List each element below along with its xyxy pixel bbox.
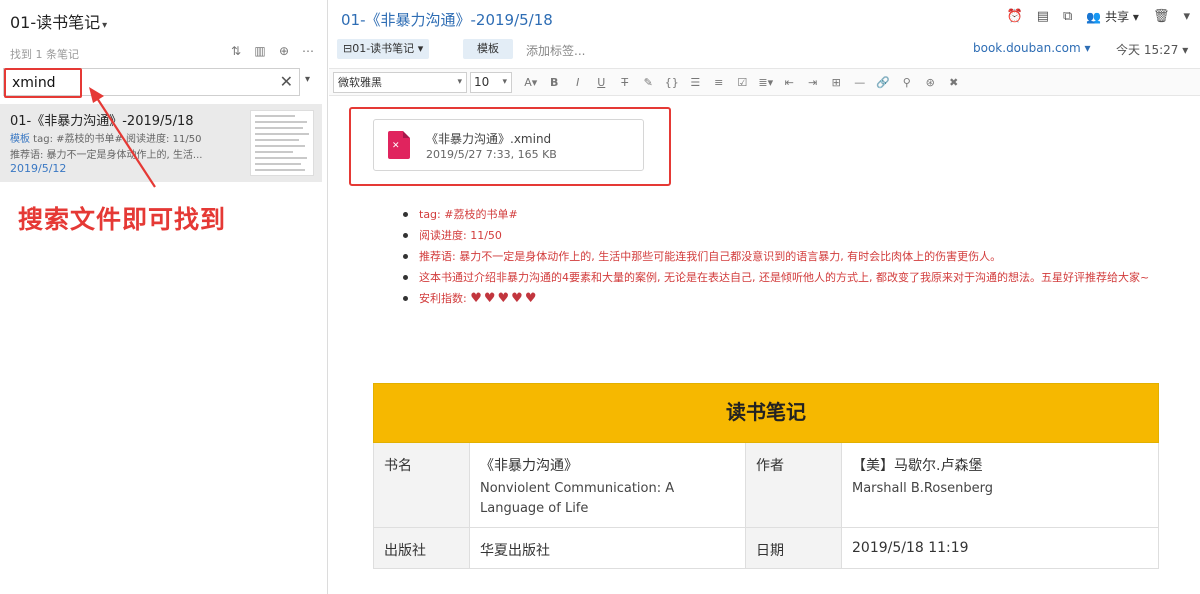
font-family-value: 微软雅黑: [338, 76, 382, 89]
highlight-box: [4, 68, 82, 98]
timestamp-text: 今天 15:27: [1116, 43, 1179, 57]
source-url-link[interactable]: book.douban.com ▾: [973, 41, 1091, 55]
xmind-file-icon: ✕: [388, 131, 410, 159]
copy-icon[interactable]: ⧉: [1063, 9, 1072, 24]
note-item-date: 2019/5/12: [10, 162, 67, 175]
chevron-down-icon: ▾: [1084, 41, 1091, 55]
format-buttons: A▾ B I U T ✎ {} ☰ ≡ ☑ ≣▾ ⇤ ⇥ ⊞ — 🔗 ⚲ ⊛ ✖: [519, 73, 966, 93]
attachment-meta: 2019/5/27 7:33, 165 KB: [426, 148, 557, 161]
clear-format-icon[interactable]: ✖: [942, 73, 966, 93]
notebook-chip[interactable]: ⊟01-读书笔记 ▾: [337, 39, 430, 59]
note-title[interactable]: 01-《非暴力沟通》-2019/5/18: [341, 9, 553, 30]
sort-icon[interactable]: ⇅: [229, 44, 243, 58]
clear-icon[interactable]: ✕: [280, 72, 293, 91]
table-cell: 作者: [745, 442, 842, 528]
chevron-down-icon: ▾: [457, 77, 462, 87]
table-cell: 华夏出版社: [469, 527, 746, 569]
notebook-selector[interactable]: 01-读书笔记 ▾: [10, 9, 107, 33]
font-color-icon[interactable]: A▾: [519, 73, 543, 93]
share-button[interactable]: 👥 共享 ▾: [1086, 8, 1139, 25]
table-cell: 2019/5/18 11:19: [841, 527, 1159, 569]
notebook-chip-label: 01-读书笔记: [352, 42, 415, 55]
code-icon[interactable]: {}: [660, 73, 684, 93]
font-size-value: 10: [474, 75, 490, 89]
italic-icon[interactable]: I: [566, 73, 590, 93]
source-url: book.douban.com: [973, 41, 1081, 55]
trash-icon[interactable]: 🗑: [1153, 9, 1170, 24]
chevron-down-icon[interactable]: ▾: [1183, 9, 1190, 24]
table-cell: 《非暴力沟通》 Nonviolent Communication: A Langu…: [469, 442, 746, 528]
info-icon[interactable]: ▤: [1037, 9, 1049, 24]
chevron-down-icon[interactable]: ▾: [305, 74, 310, 85]
notebook-icon: ⊟: [343, 42, 353, 55]
more-icon[interactable]: ⋯: [301, 44, 315, 58]
bold-icon[interactable]: B: [543, 73, 567, 93]
font-size-select[interactable]: 10 ▾: [470, 72, 512, 93]
indent-decrease-icon[interactable]: ⇤: [778, 73, 802, 93]
strikethrough-icon[interactable]: T: [613, 73, 637, 93]
annotation-arrow: [89, 87, 156, 188]
note-meta-row: ⊟01-读书笔记 ▾ 模板 添加标签... book.douban.com ▾ …: [329, 36, 1200, 62]
heart-icon: ♥♥♥♥♥: [470, 291, 539, 306]
note-thumbnail: [250, 110, 314, 176]
list-item: 安利指数: ♥♥♥♥♥: [403, 288, 1163, 309]
list-item: 推荐语: 暴力不一定是身体动作上的, 生活中那些可能连我们自己都没意识到的语言暴…: [403, 246, 1163, 267]
table-title: 读书笔记: [373, 383, 1159, 443]
checkbox-icon[interactable]: ☑: [731, 73, 755, 93]
align-icon[interactable]: ≣▾: [754, 73, 778, 93]
note-list-pane: 01-读书笔记▾ 找到 1 条笔记 ⇅ ▥ ⊕ ⋯ ✕ ▾ 01-《非暴力沟通》…: [0, 0, 328, 594]
table-cell: 书名: [373, 442, 470, 528]
highlight-icon[interactable]: ✎: [637, 73, 661, 93]
indent-increase-icon[interactable]: ⇥: [801, 73, 825, 93]
notebook-title: 01-读书笔记: [10, 13, 101, 32]
note-content: ✕ 《非暴力沟通》.xmind 2019/5/27 7:33, 165 KB t…: [329, 97, 1200, 594]
attachment-card[interactable]: ✕ 《非暴力沟通》.xmind 2019/5/27 7:33, 165 KB: [373, 119, 644, 171]
people-icon: 👥: [1086, 10, 1102, 24]
note-timestamp[interactable]: 今天 15:27 ▾: [1116, 41, 1188, 58]
chevron-down-icon: ▾: [502, 77, 507, 87]
reading-notes-table: 读书笔记 书名 《非暴力沟通》 Nonviolent Communication:…: [373, 383, 1159, 569]
chevron-down-icon: ▾: [1182, 43, 1189, 57]
table-row: 书名 《非暴力沟通》 Nonviolent Communication: A La…: [373, 442, 1159, 528]
list-item: 阅读进度: 11/50: [403, 225, 1163, 246]
chevron-down-icon: ▾: [417, 42, 424, 55]
underline-icon[interactable]: U: [590, 73, 614, 93]
link-icon[interactable]: 🔗: [872, 73, 896, 93]
alarm-icon[interactable]: ⏰: [1007, 9, 1023, 24]
note-header-toolbar: ⏰ ▤ ⧉ 👥 共享 ▾ 🗑 ▾: [1007, 8, 1190, 25]
list-item: 这本书通过介绍非暴力沟通的4要素和大量的案例, 无论是在表达自己, 还是倾听他人…: [403, 267, 1163, 288]
rating-label: 安利指数:: [419, 292, 467, 305]
lock-icon[interactable]: ⊕: [277, 44, 291, 58]
location-icon[interactable]: ⊛: [919, 73, 943, 93]
add-tag-input[interactable]: 添加标签...: [526, 42, 585, 59]
numbered-list-icon[interactable]: ≡: [707, 73, 731, 93]
unlink-icon[interactable]: ⚲: [895, 73, 919, 93]
chevron-down-icon: ▾: [1132, 10, 1139, 24]
result-count: 找到 1 条笔记: [10, 48, 79, 61]
font-family-select[interactable]: 微软雅黑 ▾: [333, 72, 467, 93]
chevron-down-icon: ▾: [102, 20, 108, 31]
view-icon[interactable]: ▥: [253, 44, 267, 58]
note-bullets: tag: #荔枝的书单# 阅读进度: 11/50 推荐语: 暴力不一定是身体动作…: [403, 204, 1163, 309]
bullet-list-icon[interactable]: ☰: [684, 73, 708, 93]
table-cell: 日期: [745, 527, 842, 569]
format-toolbar: 微软雅黑 ▾ 10 ▾ A▾ B I U T ✎ {} ☰ ≡ ☑ ≣▾ ⇤ ⇥ ⊞…: [329, 68, 1200, 96]
annotation-text: 搜索文件即可找到: [18, 205, 227, 234]
table-cell: 出版社: [373, 527, 470, 569]
list-toolbar: ⇅ ▥ ⊕ ⋯: [229, 44, 315, 58]
table-icon[interactable]: ⊞: [825, 73, 849, 93]
template-tag: 模板: [10, 134, 30, 145]
attachment-name: 《非暴力沟通》.xmind: [426, 132, 552, 146]
note-editor-pane: 01-《非暴力沟通》-2019/5/18 ⏰ ▤ ⧉ 👥 共享 ▾ 🗑 ▾ ⊟0…: [329, 0, 1200, 594]
list-item: tag: #荔枝的书单#: [403, 204, 1163, 225]
hr-icon[interactable]: —: [848, 73, 872, 93]
table-row: 出版社 华夏出版社 日期 2019/5/18 11:19: [373, 527, 1159, 569]
share-label: 共享: [1105, 10, 1130, 24]
template-chip[interactable]: 模板: [463, 39, 513, 59]
table-cell: 【美】马歇尔.卢森堡 Marshall B.Rosenberg: [841, 442, 1159, 528]
